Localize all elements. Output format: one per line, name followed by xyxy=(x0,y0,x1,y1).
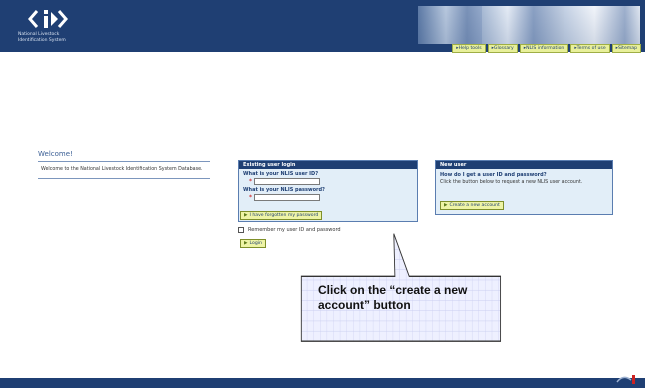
welcome-text: Welcome to the National Livestock Identi… xyxy=(38,162,210,179)
welcome-title: Welcome! xyxy=(38,150,210,162)
new-user-heading: New user xyxy=(436,161,612,169)
nav-help-tools[interactable]: ▸Help tools xyxy=(452,44,486,53)
callout-bubble xyxy=(300,233,502,342)
new-user-question: How do I get a user ID and password? xyxy=(440,172,547,178)
nav-label: Sitemap xyxy=(617,46,637,51)
new-user-text: Click the button below to request a new … xyxy=(440,180,583,185)
footer-logo-icon xyxy=(616,375,635,384)
site-footer xyxy=(0,378,645,388)
nav-label: Help tools xyxy=(458,46,482,51)
org-name-line2: Identification System xyxy=(18,37,66,43)
nav-label: NLIS information xyxy=(526,46,565,51)
nlis-logo[interactable]: National Livestock Identification System xyxy=(18,8,98,48)
nav-terms-of-use[interactable]: ▸Terms of use xyxy=(570,44,610,53)
login-button[interactable]: ▶ Login xyxy=(240,239,266,248)
nav-glossary[interactable]: ▸Glossary xyxy=(487,44,518,53)
welcome-section: Welcome! Welcome to the National Livesto… xyxy=(38,150,210,179)
nav-nlis-information[interactable]: ▸NLIS information xyxy=(519,44,569,53)
user-id-label: What is your NLIS user ID? xyxy=(243,171,319,177)
remember-me-checkbox[interactable] xyxy=(238,227,244,233)
callout-text: Click on the “create a new account” butt… xyxy=(318,283,468,312)
nav-label: Terms of use xyxy=(576,46,606,51)
top-nav: ▸Help tools ▸Glossary ▸NLIS information … xyxy=(452,44,641,53)
org-name: National Livestock Identification System xyxy=(18,32,108,43)
existing-user-heading: Existing user login xyxy=(239,161,417,169)
nav-label: Glossary xyxy=(493,46,514,51)
password-label: What is your NLIS password? xyxy=(243,187,325,193)
required-marker: * xyxy=(249,178,252,185)
arrow-icon: ▶ xyxy=(244,241,248,246)
user-id-input[interactable] xyxy=(254,178,320,185)
required-marker: * xyxy=(249,194,252,201)
nlis-logo-icon xyxy=(28,10,68,28)
page: National Livestock Identification System… xyxy=(0,0,645,388)
nav-sitemap[interactable]: ▸Sitemap xyxy=(611,44,641,53)
login-label: Login xyxy=(249,241,262,246)
header-photo-overlay xyxy=(418,6,640,44)
user-id-row: * xyxy=(239,177,417,185)
site-header: National Livestock Identification System… xyxy=(0,0,645,53)
arrow-icon: ▶ xyxy=(244,213,248,218)
